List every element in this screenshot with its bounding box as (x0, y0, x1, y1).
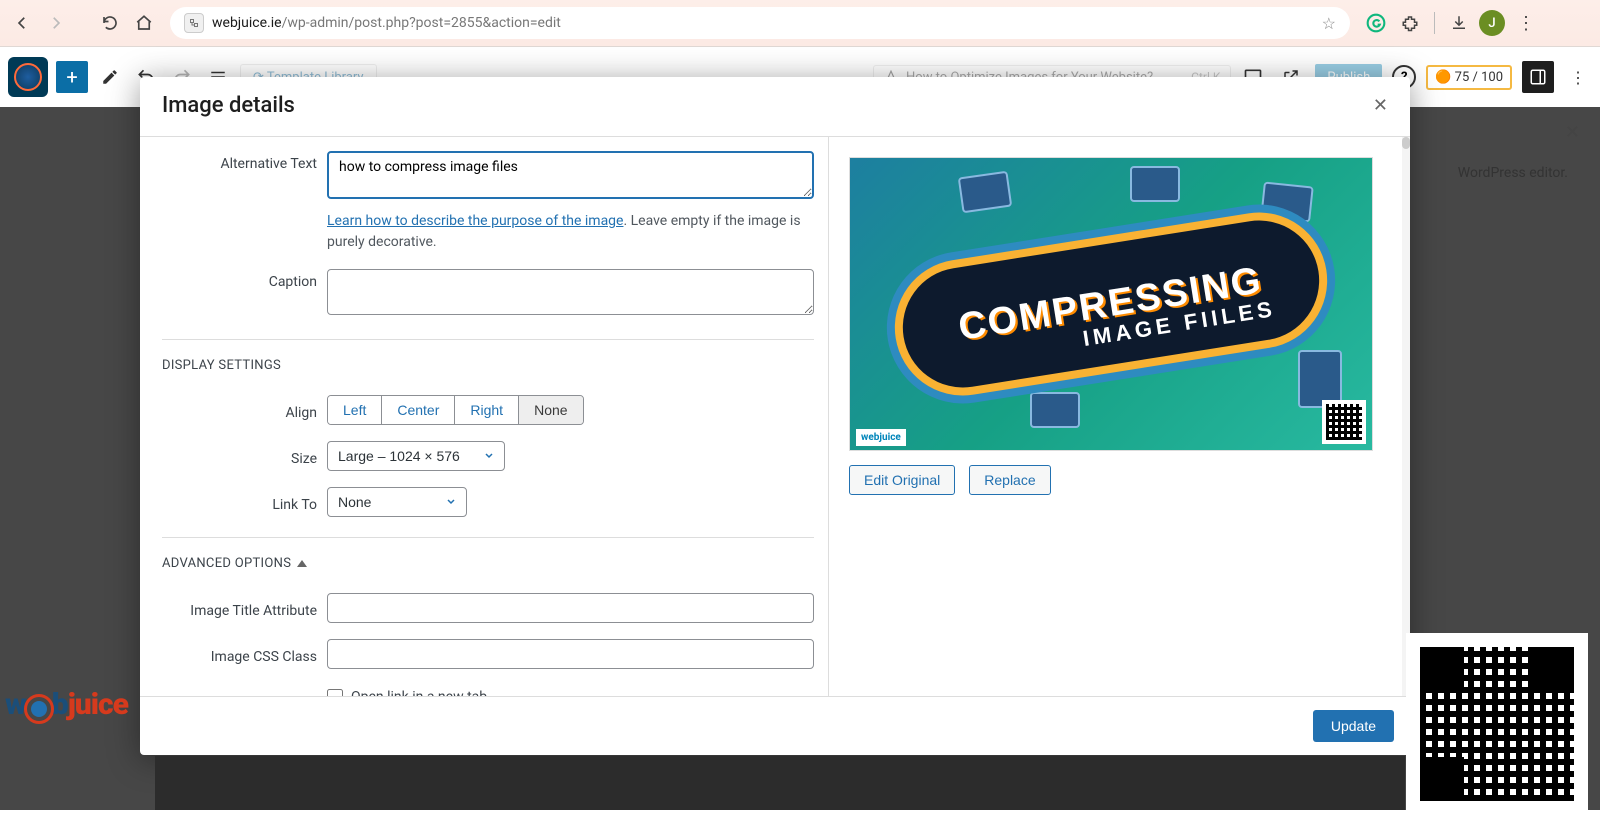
bottom-strip (155, 756, 1405, 810)
device-icon (1130, 166, 1180, 202)
replace-button[interactable]: Replace (969, 465, 1050, 495)
edit-tool-icon[interactable] (96, 63, 124, 91)
link-to-label: Link To (162, 492, 317, 513)
css-class-label: Image CSS Class (162, 644, 317, 665)
reload-button[interactable] (96, 9, 124, 37)
update-button[interactable]: Update (1313, 710, 1394, 742)
image-preview: COMPRESSING IMAGE FIILES webjuice (849, 157, 1373, 451)
size-label: Size (162, 446, 317, 467)
alt-text-input[interactable]: how to compress image files (327, 151, 814, 199)
wp-logo[interactable] (8, 57, 48, 97)
title-attr-input[interactable] (327, 593, 814, 623)
align-center-button[interactable]: Center (382, 396, 455, 424)
grammarly-icon[interactable] (1362, 9, 1390, 37)
caption-input[interactable] (327, 269, 814, 315)
forward-button[interactable] (42, 9, 70, 37)
device-icon (958, 171, 1013, 214)
caption-label: Caption (162, 269, 317, 290)
background-text: WordPress editor. (1458, 165, 1568, 181)
open-new-tab-checkbox[interactable] (327, 689, 343, 696)
extensions-icon[interactable] (1396, 9, 1424, 37)
device-icon (1030, 392, 1080, 428)
alt-text-label: Alternative Text (162, 151, 317, 172)
open-new-tab-label: Open link in a new tab (351, 689, 487, 696)
modal-close-icon[interactable]: ✕ (1373, 95, 1388, 116)
downloads-icon[interactable] (1445, 9, 1473, 37)
image-details-modal: Image details ✕ Alternative Text how to … (140, 77, 1410, 755)
title-attr-label: Image Title Attribute (162, 598, 317, 619)
align-right-button[interactable]: Right (455, 396, 519, 424)
url-text: webjuice.ie/wp-admin/post.php?post=2855&… (212, 15, 1322, 31)
add-block-button[interactable]: + (56, 61, 88, 93)
profile-avatar[interactable]: J (1479, 10, 1505, 36)
wp-more-icon[interactable]: ⋮ (1564, 63, 1592, 91)
back-button[interactable] (8, 9, 36, 37)
preview-panel: COMPRESSING IMAGE FIILES webjuice Edit O… (828, 137, 1410, 696)
css-class-input[interactable] (327, 639, 814, 669)
settings-panel-toggle[interactable] (1522, 61, 1554, 93)
preview-brand: webjuice (856, 429, 906, 446)
address-bar[interactable]: webjuice.ie/wp-admin/post.php?post=2855&… (170, 7, 1350, 39)
align-label: Align (162, 400, 317, 421)
link-to-select[interactable]: None (327, 487, 467, 517)
caret-up-icon (297, 560, 307, 567)
modal-title: Image details (162, 93, 295, 118)
alt-help-link[interactable]: Learn how to describe the purpose of the… (327, 213, 623, 229)
modal-scrollbar[interactable] (1402, 137, 1410, 696)
size-select[interactable]: Large – 1024 × 576 (327, 441, 505, 471)
home-button[interactable] (130, 9, 158, 37)
chrome-menu-icon[interactable]: ⋮ (1511, 13, 1541, 34)
preview-qr-code (1322, 400, 1366, 444)
align-none-button[interactable]: None (519, 396, 582, 424)
alt-help-text: Learn how to describe the purpose of the… (327, 211, 814, 253)
site-info-icon[interactable] (184, 13, 204, 33)
page-qr-code (1406, 633, 1588, 815)
webjuice-logo: wbjuice (5, 687, 128, 722)
display-settings-heading: DISPLAY SETTINGS (162, 358, 814, 373)
align-left-button[interactable]: Left (328, 396, 382, 424)
align-button-group: Left Center Right None (327, 395, 584, 425)
seo-score-badge[interactable]: 🟠 75 / 100 (1426, 65, 1512, 90)
image-settings-panel: Alternative Text how to compress image f… (140, 137, 828, 696)
sidebar-close-icon[interactable]: ✕ (1565, 122, 1580, 143)
browser-toolbar: webjuice.ie/wp-admin/post.php?post=2855&… (0, 0, 1600, 47)
bookmark-icon[interactable]: ☆ (1322, 14, 1336, 33)
advanced-options-toggle[interactable]: ADVANCED OPTIONS (162, 556, 814, 571)
edit-original-button[interactable]: Edit Original (849, 465, 955, 495)
